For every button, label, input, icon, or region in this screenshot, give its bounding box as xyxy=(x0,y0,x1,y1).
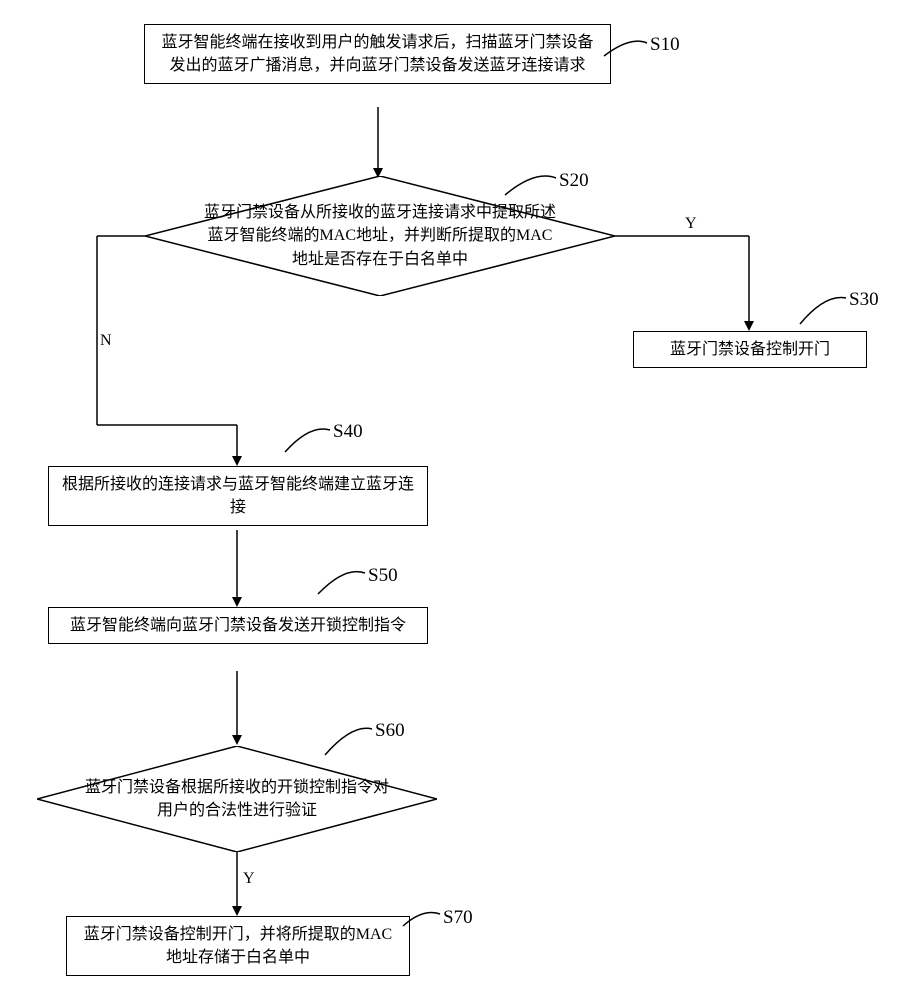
step-s60-diamond: 蓝牙门禁设备根据所接收的开锁控制指令对用户的合法性进行验证 xyxy=(37,746,437,852)
step-s70-label: S70 xyxy=(443,907,473,929)
step-s40-label: S40 xyxy=(333,421,363,443)
step-s50-label: S50 xyxy=(368,565,398,587)
step-s40-box: 根据所接收的连接请求与蓝牙智能终端建立蓝牙连接 xyxy=(48,466,428,526)
step-s30-box: 蓝牙门禁设备控制开门 xyxy=(633,331,867,368)
step-s10-label: S10 xyxy=(650,34,680,56)
step-s70-box: 蓝牙门禁设备控制开门，并将所提取的MAC地址存储于白名单中 xyxy=(66,916,410,976)
step-s50-box: 蓝牙智能终端向蓝牙门禁设备发送开锁控制指令 xyxy=(48,607,428,644)
edge-n-label: N xyxy=(100,332,112,350)
step-s60-label: S60 xyxy=(375,720,405,742)
edge-y2-label: Y xyxy=(243,870,255,888)
step-s10-box: 蓝牙智能终端在接收到用户的触发请求后，扫描蓝牙门禁设备发出的蓝牙广播消息，并向蓝… xyxy=(144,24,611,84)
step-s40-text: 根据所接收的连接请求与蓝牙智能终端建立蓝牙连接 xyxy=(59,473,417,519)
step-s20-label: S20 xyxy=(559,170,589,192)
step-s20-diamond: 蓝牙门禁设备从所接收的蓝牙连接请求中提取所述蓝牙智能终端的MAC地址，并判断所提… xyxy=(145,176,615,296)
step-s50-text: 蓝牙智能终端向蓝牙门禁设备发送开锁控制指令 xyxy=(70,614,406,637)
edge-y-label: Y xyxy=(685,215,697,233)
step-s30-label: S30 xyxy=(849,289,879,311)
step-s10-text: 蓝牙智能终端在接收到用户的触发请求后，扫描蓝牙门禁设备发出的蓝牙广播消息，并向蓝… xyxy=(155,31,600,77)
step-s70-text: 蓝牙门禁设备控制开门，并将所提取的MAC地址存储于白名单中 xyxy=(77,923,399,969)
step-s30-text: 蓝牙门禁设备控制开门 xyxy=(670,338,830,361)
